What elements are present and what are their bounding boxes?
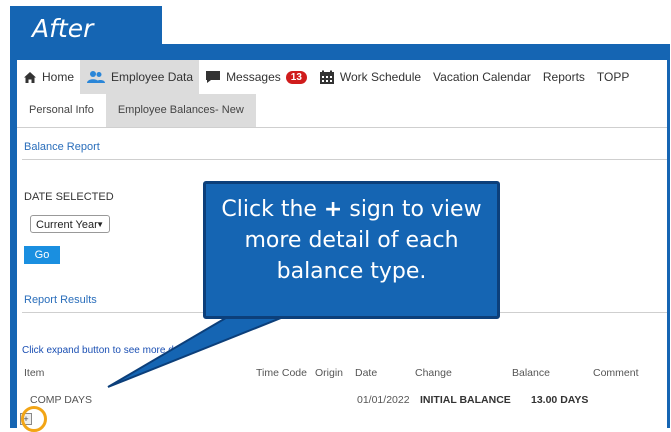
callout-text-before: Click the — [221, 197, 324, 222]
plus-sign: + — [323, 197, 343, 222]
highlight-ring — [21, 406, 47, 432]
callout-box: Click the + sign to view more detail of … — [203, 181, 500, 319]
